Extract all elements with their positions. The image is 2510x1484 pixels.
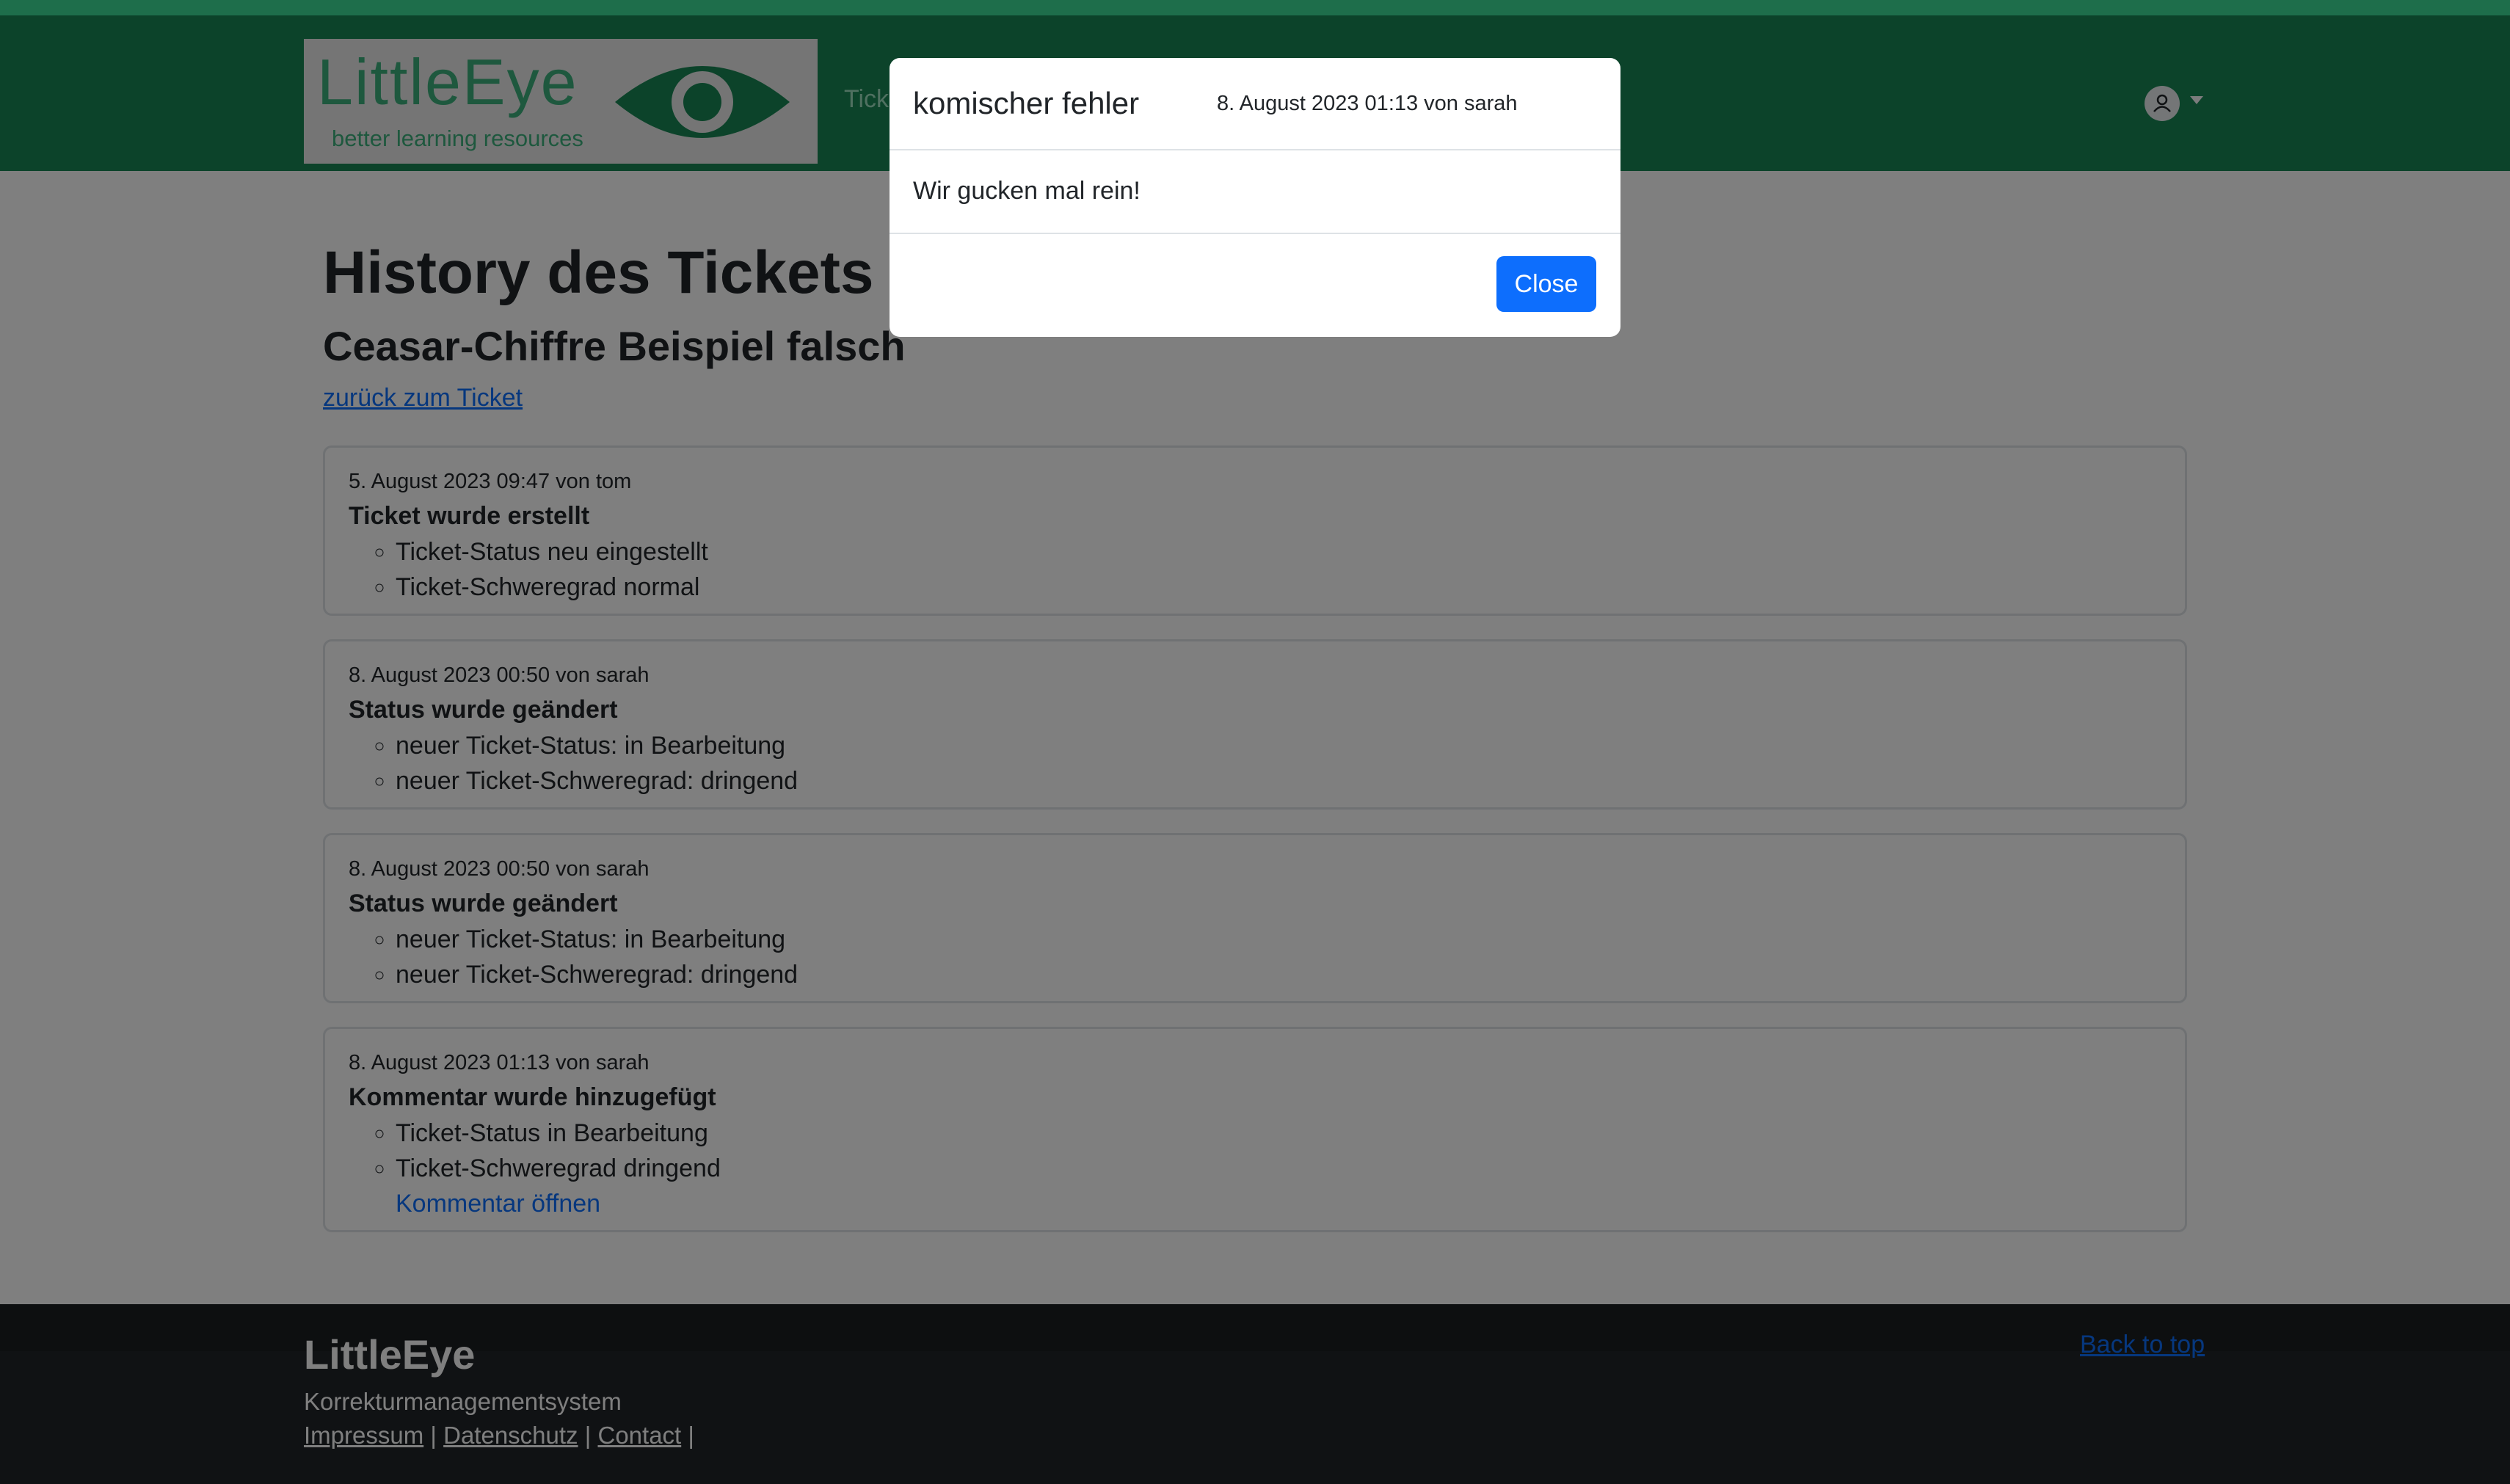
modal-header: komischer fehler 8. August 2023 01:13 vo…: [890, 58, 1620, 150]
comment-modal: komischer fehler 8. August 2023 01:13 vo…: [890, 58, 1620, 337]
close-button[interactable]: Close: [1496, 256, 1596, 312]
modal-footer: Close: [890, 233, 1620, 337]
modal-meta: 8. August 2023 01:13 von sarah: [1217, 92, 1518, 115]
modal-body: Wir gucken mal rein!: [913, 177, 1141, 205]
modal-title: komischer fehler: [913, 86, 1140, 120]
